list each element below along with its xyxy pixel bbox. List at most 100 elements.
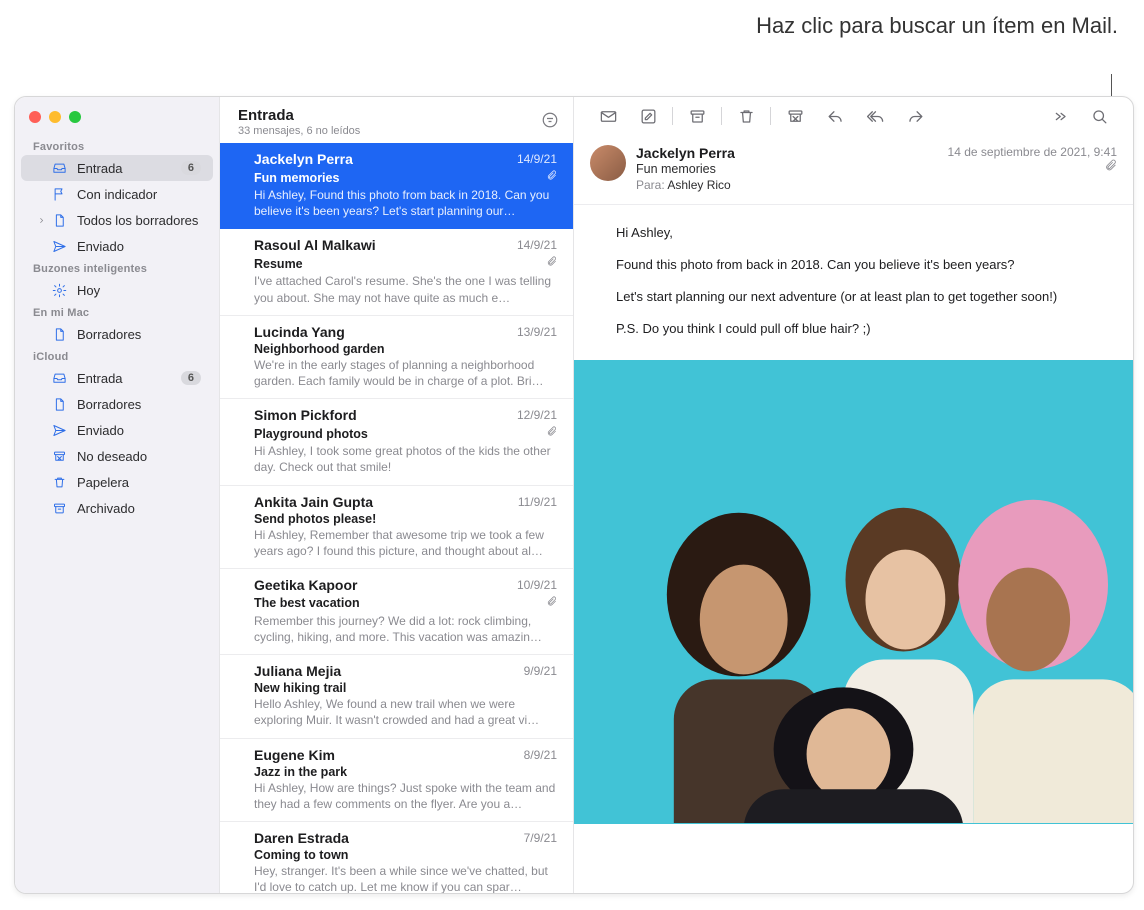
attachment-icon — [948, 159, 1117, 177]
mail-attachment-image[interactable] — [574, 360, 1133, 824]
sidebar-item-icloud-borradores[interactable]: Borradores — [21, 391, 213, 417]
mail-recipients: Para: Ashley Rico — [636, 178, 938, 192]
message-row[interactable]: Geetika Kapoor10/9/21The best vacationRe… — [220, 569, 573, 655]
close-window-button[interactable] — [29, 111, 41, 123]
sidebar-item-label: Enviado — [77, 239, 124, 254]
message-list-pane: Entrada 33 mensajes, 6 no leídos Jackely… — [219, 97, 573, 893]
sender-avatar[interactable] — [590, 145, 626, 181]
sidebar-item-icloud-papelera[interactable]: Papelera — [21, 469, 213, 495]
message-date: 11/9/21 — [518, 495, 557, 509]
message-subject: Send photos please! — [254, 512, 557, 526]
message-date: 9/9/21 — [524, 664, 557, 678]
sidebar-item-icloud-entrada[interactable]: Entrada6 — [21, 365, 213, 391]
mail-body-paragraph: P.S. Do you think I could pull off blue … — [616, 319, 1091, 339]
mail-sender: Jackelyn Perra — [636, 145, 938, 161]
more-button[interactable] — [1039, 101, 1079, 131]
mail-window: Favoritos Entrada 6 Con indicador Todos los … — [14, 96, 1134, 894]
junk-button[interactable] — [775, 101, 815, 131]
sidebar-item-enviado[interactable]: Enviado — [21, 233, 213, 259]
search-button[interactable] — [1079, 101, 1119, 131]
message-sender: Simon Pickford — [254, 407, 517, 423]
message-row[interactable]: Rasoul Al Malkawi14/9/21ResumeI've attac… — [220, 229, 573, 315]
message-row[interactable]: Eugene Kim8/9/21 Jazz in the parkHi Ashle… — [220, 739, 573, 822]
message-subject: Neighborhood garden — [254, 342, 557, 356]
trash-icon — [49, 475, 69, 490]
message-sender: Geetika Kapoor — [254, 577, 517, 593]
message-subject: New hiking trail — [254, 681, 557, 695]
message-preview: Hi Ashley, Remember that awesome trip we… — [254, 527, 557, 559]
message-row[interactable]: Lucinda Yang13/9/21Neighborhood gardenWe… — [220, 316, 573, 399]
paperclip-icon — [543, 254, 557, 272]
message-preview: We're in the early stages of planning a … — [254, 357, 557, 389]
toolbar-separator — [672, 107, 673, 125]
message-sender: Eugene Kim — [254, 747, 524, 763]
sidebar-item-borradores-mac[interactable]: Borradores — [21, 321, 213, 347]
window-controls — [15, 101, 219, 137]
sidebar-item-icloud-no-deseado[interactable]: No deseado — [21, 443, 213, 469]
message-subject: The best vacation — [254, 596, 537, 610]
message-sender: Jackelyn Perra — [254, 151, 517, 167]
message-row[interactable]: Ankita Jain Gupta11/9/21Send photos plea… — [220, 486, 573, 569]
reply-all-button[interactable] — [855, 101, 895, 131]
mailbox-status: 33 mensajes, 6 no leídos — [238, 125, 541, 137]
mail-body-paragraph: Hi Ashley, — [616, 223, 1091, 243]
doc-icon — [49, 327, 69, 342]
message-preview: Hi Ashley, I took some great photos of t… — [254, 443, 557, 475]
chevron-right-icon — [37, 213, 49, 228]
inbox-icon — [49, 161, 69, 176]
zoom-window-button[interactable] — [69, 111, 81, 123]
message-sender: Rasoul Al Malkawi — [254, 237, 517, 253]
delete-button[interactable] — [726, 101, 766, 131]
sidebar-section-label: Favoritos — [15, 137, 219, 155]
sidebar-item-label: Con indicador — [77, 187, 157, 202]
message-subject: Fun memories — [254, 171, 537, 185]
sidebar-item-icloud-archivado[interactable]: Archivado — [21, 495, 213, 521]
message-preview: I've attached Carol's resume. She's the … — [254, 273, 557, 305]
mail-body: Hi Ashley,Found this photo from back in … — [574, 205, 1133, 360]
gear-icon — [49, 283, 69, 298]
message-sender: Lucinda Yang — [254, 324, 517, 340]
paperclip-icon — [543, 424, 557, 442]
toolbar-separator — [770, 107, 771, 125]
message-preview: Hi Ashley, Found this photo from back in… — [254, 187, 557, 219]
message-row[interactable]: Simon Pickford12/9/21Playground photosHi… — [220, 399, 573, 485]
doc-icon — [49, 213, 69, 228]
forward-button[interactable] — [895, 101, 935, 131]
doc-icon — [49, 397, 69, 412]
sidebar-item-label: Papelera — [77, 475, 129, 490]
filter-button[interactable] — [541, 111, 559, 134]
mail-datetime: 14 de septiembre de 2021, 9:41 — [948, 145, 1117, 159]
send-icon — [49, 239, 69, 254]
sidebar-section-label: iCloud — [15, 347, 219, 365]
sidebar-item-entrada[interactable]: Entrada 6 — [21, 155, 213, 181]
message-subject: Resume — [254, 257, 537, 271]
sidebar-item-label: Entrada — [77, 161, 123, 176]
message-subject: Jazz in the park — [254, 765, 557, 779]
inbox-icon — [49, 371, 69, 386]
sidebar-item-label: No deseado — [77, 449, 147, 464]
sidebar-item-hoy[interactable]: Hoy — [21, 277, 213, 303]
archive-button[interactable] — [677, 101, 717, 131]
message-row[interactable]: Juliana Mejia9/9/21New hiking trailHello… — [220, 655, 573, 738]
paperclip-icon — [543, 594, 557, 612]
send-icon — [49, 423, 69, 438]
message-date: 12/9/21 — [517, 408, 557, 422]
sidebar-item-label: Entrada — [77, 371, 123, 386]
message-preview: Hi Ashley, How are things? Just spoke wi… — [254, 780, 557, 812]
message-row[interactable]: Daren Estrada7/9/21Coming to townHey, st… — [220, 822, 573, 893]
sidebar-item-con-indicador[interactable]: Con indicador — [21, 181, 213, 207]
junk-icon — [49, 449, 69, 464]
sidebar-item-todos-borradores[interactable]: Todos los borradores — [21, 207, 213, 233]
mail-subject: Fun memories — [636, 162, 938, 176]
sidebar-item-label: Borradores — [77, 397, 141, 412]
minimize-window-button[interactable] — [49, 111, 61, 123]
reply-button[interactable] — [815, 101, 855, 131]
message-row[interactable]: Jackelyn Perra14/9/21Fun memoriesHi Ashl… — [220, 143, 573, 229]
message-date: 8/9/21 — [524, 748, 557, 762]
compose-button[interactable] — [628, 101, 668, 131]
sidebar-item-icloud-enviado[interactable]: Enviado — [21, 417, 213, 443]
envelope-button[interactable] — [588, 101, 628, 131]
sidebar-item-label: Archivado — [77, 501, 135, 516]
unread-badge: 6 — [181, 161, 201, 175]
toolbar-separator — [721, 107, 722, 125]
